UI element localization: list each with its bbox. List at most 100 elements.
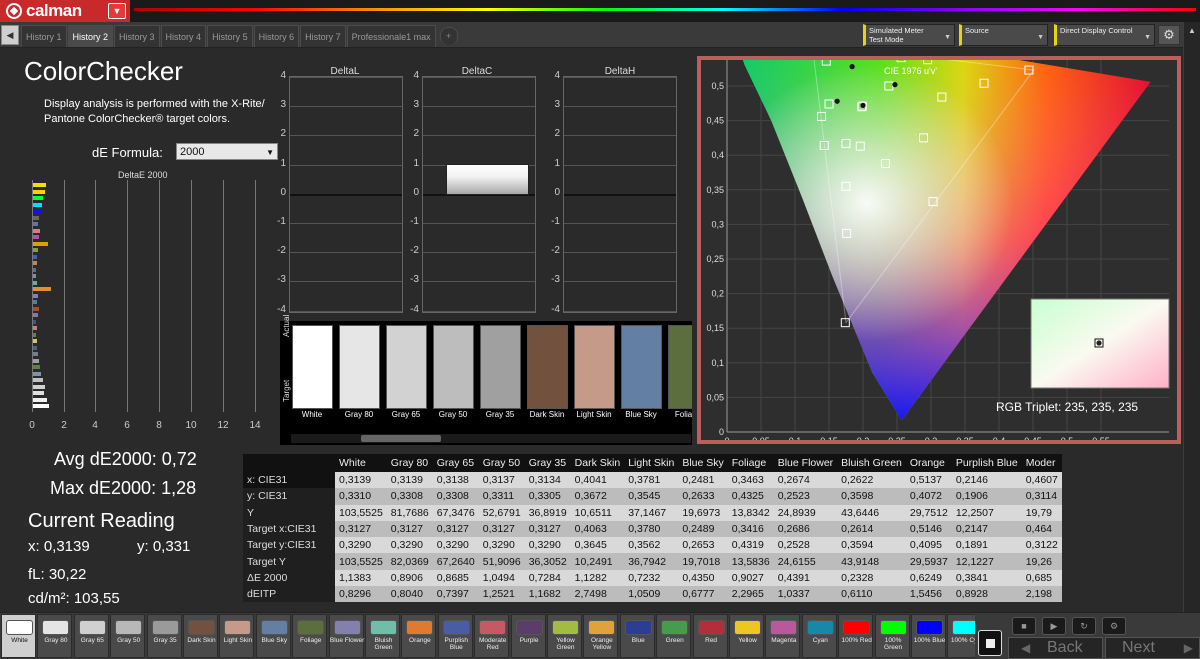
tab-history[interactable]: History 7: [300, 25, 346, 47]
table-cell: 0,2614: [837, 520, 906, 538]
table-row-label: dEITP: [243, 586, 335, 603]
table-cell: 36,8919: [524, 504, 571, 521]
patch-chip-label: White: [11, 637, 28, 644]
table-cell: 0,2622: [837, 472, 906, 489]
table-cell: 0,3781: [624, 472, 679, 489]
table-column-header[interactable]: Gray 80: [386, 454, 433, 472]
back-button[interactable]: Back: [1008, 637, 1103, 659]
source-dropdown[interactable]: Source ▼: [959, 24, 1048, 46]
patch-chip[interactable]: Moderate Red: [474, 614, 510, 658]
deltae-bar: [33, 358, 39, 363]
tab-history[interactable]: History 1: [21, 25, 67, 47]
patch-chip[interactable]: Purple: [510, 614, 546, 658]
patch-chip[interactable]: Yellow Green: [547, 614, 582, 658]
patch-chip[interactable]: 100% Blue: [911, 614, 946, 658]
table-column-header[interactable]: Orange: [905, 454, 952, 472]
collapse-left-icon[interactable]: ◀: [1, 25, 19, 45]
patch-chip[interactable]: Orange Yellow: [583, 614, 619, 658]
table-row: Target Y 103,5525 82,0369 67,2640 51,9096 36,…: [243, 553, 1062, 570]
table-column-header[interactable]: Gray 65: [432, 454, 479, 472]
stop-button[interactable]: [978, 630, 1002, 656]
table-column-header[interactable]: Gray 50: [478, 454, 525, 472]
patch-chip[interactable]: Cyan: [801, 614, 837, 658]
patch-chip[interactable]: Gray 80: [37, 614, 73, 658]
tab-history[interactable]: History 4: [160, 25, 207, 47]
gridline: [423, 281, 535, 283]
tab-history[interactable]: History 6: [253, 25, 300, 47]
color-swatch: [574, 325, 615, 409]
patch-chip[interactable]: 100% Red: [838, 614, 874, 658]
cie-y-tick: 0,15: [706, 323, 724, 333]
patch-chip[interactable]: Bluish Green: [365, 614, 400, 658]
table-cell: 19,26: [1021, 553, 1062, 570]
patch-chip[interactable]: 100% Green: [874, 614, 910, 658]
patch-chip-label: Dark Skin: [187, 637, 216, 644]
patch-chip[interactable]: White: [1, 614, 36, 658]
patch-chip-swatch: [843, 620, 871, 635]
table-column-header[interactable]: White: [335, 454, 387, 472]
patch-chip[interactable]: Blue Sky: [255, 614, 291, 658]
patch-chip-swatch: [624, 620, 652, 635]
patch-chip[interactable]: Red: [692, 614, 728, 658]
table-cell: 29,7512: [905, 504, 952, 521]
table-cell: 0,8296: [335, 586, 387, 603]
table-cell: 0,4350: [678, 569, 728, 587]
tab-history[interactable]: History 5: [207, 25, 253, 47]
patch-chip[interactable]: Blue: [619, 614, 655, 658]
gridline: [423, 106, 535, 108]
current-y: y: 0,331: [137, 538, 191, 555]
table-column-header[interactable]: Blue Sky: [678, 454, 728, 472]
next-button[interactable]: Next: [1105, 637, 1200, 659]
swatch-scrollbar[interactable]: [291, 434, 691, 443]
play-icon[interactable]: ▶: [1042, 617, 1066, 635]
right-scrollbar[interactable]: ▲: [1183, 22, 1200, 612]
patch-chip[interactable]: Gray 35: [146, 614, 182, 658]
table-column-header[interactable]: Light Skin: [624, 454, 679, 472]
patch-chip[interactable]: Orange: [401, 614, 437, 658]
patch-chip[interactable]: Dark Skin: [183, 614, 218, 658]
meter-dropdown[interactable]: Simulated Meter Test Mode ▼: [863, 24, 955, 46]
deltae-bar: [33, 378, 43, 382]
deltae-chart: 0 2 4 6 8 10 12 14: [29, 180, 266, 431]
loop-icon[interactable]: ↻: [1072, 617, 1096, 635]
patch-chip[interactable]: Foliage: [292, 614, 328, 658]
tab-history[interactable]: Professionale1 max: [346, 25, 436, 47]
table-column-header[interactable]: Gray 35: [524, 454, 571, 472]
table-column-header[interactable]: Blue Flower: [773, 454, 838, 472]
table-column-header[interactable]: Foliage: [727, 454, 774, 472]
add-tab-icon[interactable]: +: [439, 27, 458, 45]
delta-tick-label: 1: [554, 157, 560, 169]
history-tabs: History 1 History 2 History 3 History 4 Hist…: [21, 25, 459, 47]
patch-chip-label: Gray 35: [153, 637, 177, 644]
table-cell: 0,5146: [905, 520, 952, 538]
swatch-scroll-thumb[interactable]: [361, 435, 441, 442]
tab-history[interactable]: History 2: [67, 25, 114, 47]
table-column-header[interactable]: Purplish Blue: [951, 454, 1022, 472]
app-menu-button[interactable]: ▼: [108, 3, 126, 19]
table-cell: 0,8906: [386, 569, 433, 587]
gridline: [290, 281, 402, 283]
patch-chip[interactable]: Yellow: [729, 614, 764, 658]
patch-chip[interactable]: Green: [656, 614, 692, 658]
display-control-dropdown[interactable]: Direct Display Control ▼: [1054, 24, 1155, 46]
patch-chip-label: Light Skin: [223, 637, 253, 644]
gridline: [423, 77, 535, 78]
gear-icon[interactable]: ⚙: [1158, 25, 1180, 45]
table-column-header[interactable]: Bluish Green: [837, 454, 906, 472]
patch-chip[interactable]: Purplish Blue: [437, 614, 473, 658]
table-column-header[interactable]: Dark Skin: [570, 454, 625, 472]
table-corner: [243, 454, 335, 472]
tab-history[interactable]: History 3: [114, 25, 160, 47]
table-column-header[interactable]: Moder: [1021, 454, 1062, 472]
patch-chip[interactable]: Gray 50: [110, 614, 146, 658]
table-cell: 2,2965: [727, 586, 774, 603]
source-dropdown-label: Source: [965, 26, 989, 35]
stop-small-icon[interactable]: ■: [1012, 617, 1036, 635]
settings-small-icon[interactable]: ⚙: [1102, 617, 1126, 635]
patch-chip[interactable]: Light Skin: [219, 614, 255, 658]
patch-chip[interactable]: Blue Flower: [328, 614, 364, 658]
patch-chip[interactable]: Magenta: [765, 614, 801, 658]
de-formula-select[interactable]: 2000 ▼: [176, 143, 278, 160]
patch-chip[interactable]: Gray 65: [73, 614, 109, 658]
scroll-up-icon[interactable]: ▲: [1186, 26, 1198, 40]
